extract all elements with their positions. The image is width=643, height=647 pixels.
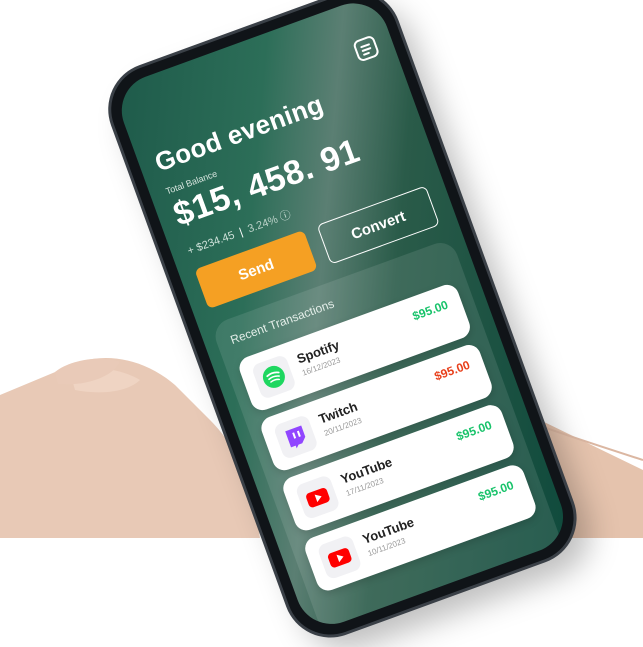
info-icon: ⓘ bbox=[278, 208, 293, 224]
twitch-icon bbox=[272, 413, 319, 461]
menu-icon[interactable] bbox=[352, 34, 381, 63]
change-amount: + $234.45 bbox=[185, 229, 237, 258]
recent-transactions-panel: Recent Transactions Spotify 16/12/2023 $… bbox=[210, 237, 564, 635]
transaction-amount: $95.00 bbox=[410, 297, 450, 324]
youtube-icon bbox=[316, 534, 363, 581]
transaction-amount: $95.00 bbox=[476, 478, 516, 504]
divider: | bbox=[237, 226, 245, 239]
youtube-icon bbox=[294, 474, 341, 521]
change-percent: 3.24% bbox=[246, 213, 280, 236]
transaction-amount: $95.00 bbox=[454, 417, 494, 444]
spotify-icon bbox=[250, 353, 297, 400]
transaction-amount: $95.00 bbox=[432, 357, 472, 384]
